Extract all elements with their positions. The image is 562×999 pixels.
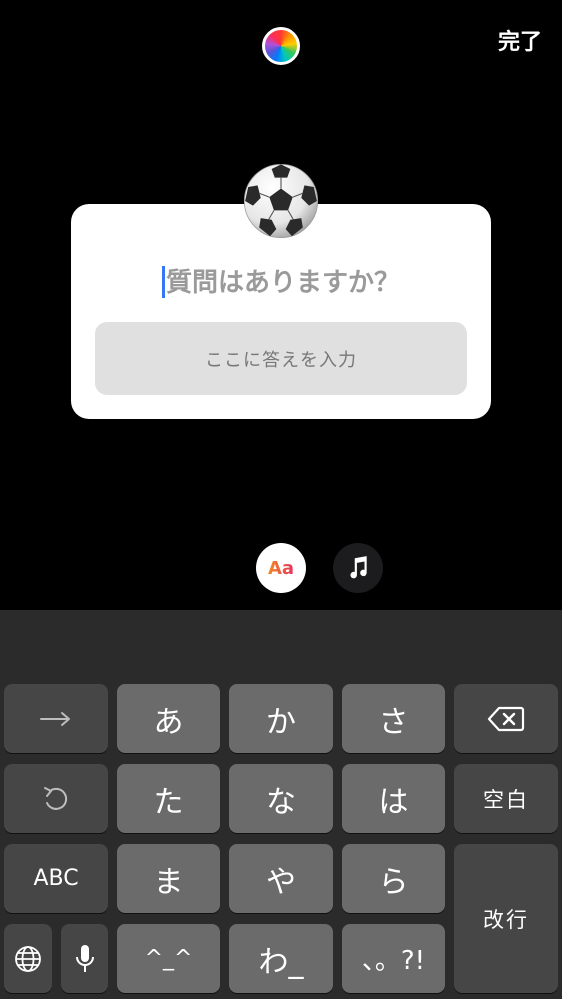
key-punctuation-label: 、。?! [361, 946, 426, 976]
question-placeholder: 質問はありますか？ [165, 268, 400, 298]
key-delete[interactable] [454, 684, 558, 753]
key-ta[interactable]: た [117, 764, 220, 833]
key-na-label: な [266, 784, 296, 820]
key-punctuation[interactable]: 、。?! [342, 924, 445, 993]
color-picker-button[interactable] [262, 27, 300, 65]
key-wa-label: わ_ [258, 944, 304, 980]
music-button[interactable] [333, 543, 383, 593]
key-ka[interactable]: か [229, 684, 333, 753]
music-note-icon [350, 556, 367, 579]
key-undo[interactable] [4, 764, 108, 833]
globe-icon [15, 945, 41, 972]
key-return-label: 改行 [483, 907, 529, 932]
key-ha-label: は [378, 784, 409, 820]
key-abc[interactable]: ABC [4, 844, 108, 913]
key-ra[interactable]: ら [342, 844, 445, 913]
key-na[interactable]: な [229, 764, 333, 833]
font-style-label: Aa [267, 557, 295, 579]
key-sa[interactable]: さ [342, 684, 445, 753]
answer-placeholder-field: ここに答えを入力 [95, 322, 467, 395]
key-ma[interactable]: ま [117, 844, 220, 913]
mic-icon [75, 944, 94, 972]
key-globe[interactable] [4, 924, 52, 993]
key-a-label: あ [153, 704, 184, 740]
key-emoticon-label: ^_^ [144, 946, 193, 971]
key-ra-label: ら [378, 864, 409, 900]
key-wa[interactable]: わ_ [229, 924, 333, 993]
question-input[interactable]: 質問はありますか？ [71, 262, 491, 300]
text-caret [161, 265, 165, 298]
key-ka-label: か [266, 704, 296, 740]
key-next-arrow[interactable] [4, 684, 108, 753]
key-microphone[interactable] [61, 924, 108, 993]
key-ya-label: や [266, 864, 296, 900]
right-arrow-icon [40, 711, 70, 726]
key-return[interactable]: 改行 [454, 844, 558, 993]
key-ma-label: ま [153, 864, 184, 900]
key-ya[interactable]: や [229, 844, 333, 913]
key-ta-label: た [153, 784, 184, 820]
key-emoticon[interactable]: ^_^ [117, 924, 220, 993]
font-style-button[interactable]: Aa [256, 543, 306, 593]
done-button[interactable]: 完了 [498, 24, 542, 56]
key-sa-label: さ [378, 704, 409, 740]
undo-icon [44, 786, 68, 810]
delete-icon [487, 706, 525, 731]
key-ha[interactable]: は [342, 764, 445, 833]
key-space-label: 空白 [483, 787, 529, 812]
soccer-ball-icon [243, 163, 319, 239]
key-space[interactable]: 空白 [454, 764, 558, 833]
key-abc-label: ABC [33, 866, 79, 891]
key-a[interactable]: あ [117, 684, 220, 753]
answer-placeholder: ここに答えを入力 [205, 349, 357, 371]
japanese-kana-keyboard: あ か さ た な は 空白 ABC ま や ら 改行 ^_^ わ_ 、。?! [0, 610, 562, 999]
